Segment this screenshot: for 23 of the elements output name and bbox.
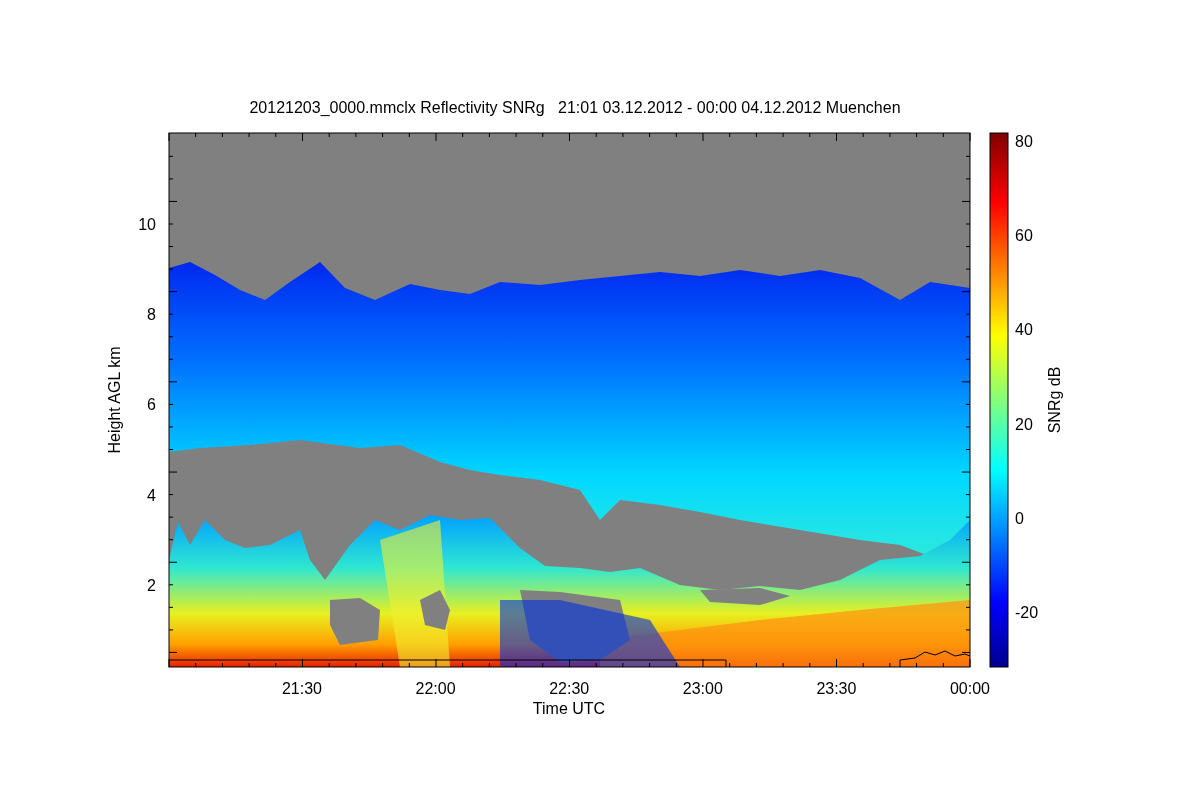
plot-title: 20121203_0000.mmclx Reflectivity SNRg 21:01 03.12.2012 - 00:00 04.12.2012 Muenchen <box>249 99 901 116</box>
y-tick-label: 8 <box>147 306 156 324</box>
x-tick-label: 22:30 <box>549 680 590 697</box>
x-axis-title: Time UTC <box>532 700 606 717</box>
y-tick-label: 2 <box>147 576 156 594</box>
colorbar-tick-label: 40 <box>1015 321 1033 339</box>
y-tick-label: 6 <box>147 396 156 414</box>
x-tick-label: 00:00 <box>950 680 990 697</box>
x-tick-label: 22:00 <box>415 680 456 697</box>
x-tick-label: 21:30 <box>282 680 322 697</box>
x-tick-label: 23:30 <box>816 680 857 697</box>
no-signal-gap <box>330 598 380 645</box>
colorbar-tick-label: 80 <box>1015 133 1033 150</box>
x-tick-label: 23:00 <box>682 680 723 697</box>
colorbar-tick-label: 20 <box>1015 415 1033 433</box>
colorbar-title: SNRg dB <box>1046 366 1063 434</box>
colorbar-tick-label: 0 <box>1015 509 1024 527</box>
y-tick-label: 10 <box>138 216 156 233</box>
y-axis-title: Height AGL km <box>106 346 123 454</box>
colorbar-tick-label: -20 <box>1015 604 1039 621</box>
no-signal-gap <box>420 590 450 630</box>
y-tick-label: 4 <box>147 486 156 504</box>
colorbar-tick-label: 60 <box>1015 227 1033 245</box>
